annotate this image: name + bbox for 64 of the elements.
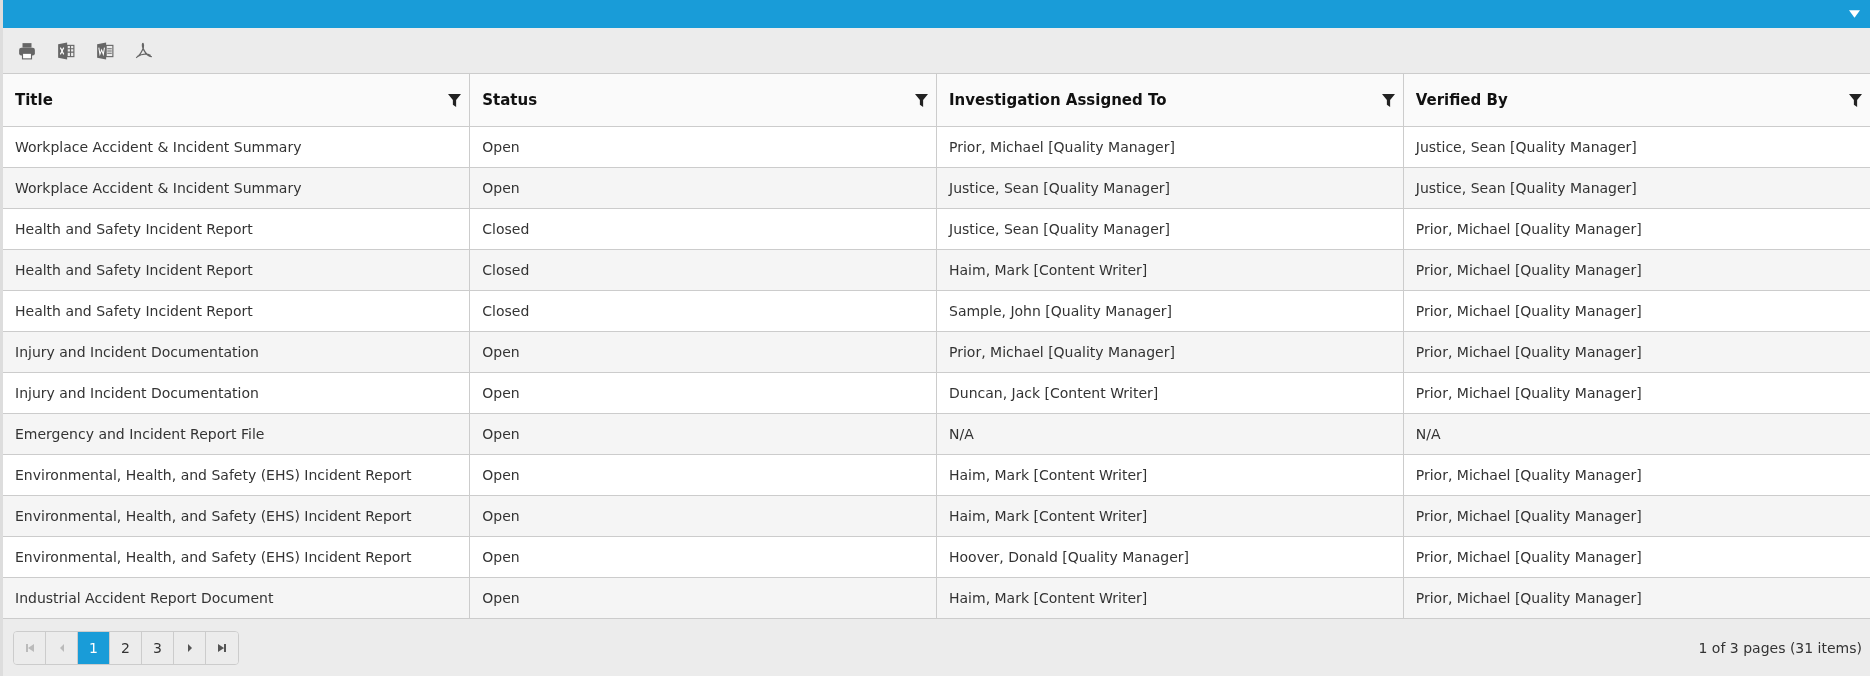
column-header[interactable]: Status [469, 74, 937, 127]
column-header[interactable]: Investigation Assigned To [936, 74, 1404, 127]
column-header[interactable]: Verified By [1403, 74, 1870, 127]
table-cell: Open [469, 126, 937, 168]
table-cell: Open [469, 495, 937, 537]
pdf-icon[interactable] [135, 41, 153, 60]
table-cell: Open [469, 454, 937, 496]
table-cell: Open [469, 536, 937, 578]
table-cell: Haim, Mark [Content Writer] [936, 577, 1404, 619]
table-cell: Health and Safety Incident Report [3, 208, 470, 250]
table-cell: Prior, Michael [Quality Manager] [1403, 536, 1870, 578]
table-cell: Emergency and Incident Report File [3, 413, 470, 455]
table-cell: Prior, Michael [Quality Manager] [1403, 249, 1870, 291]
table-cell: Environmental, Health, and Safety (EHS) Incident Report [3, 536, 470, 578]
table-cell: Prior, Michael [Quality Manager] [1403, 331, 1870, 373]
table-cell: N/A [936, 413, 1404, 455]
table-cell: Open [469, 413, 937, 455]
table-cell: Workplace Accident & Incident Summary [3, 167, 470, 209]
table-cell: Prior, Michael [Quality Manager] [1403, 577, 1870, 619]
table-cell: Environmental, Health, and Safety (EHS) Incident Report [3, 454, 470, 496]
table-cell: Justice, Sean [Quality Manager] [936, 208, 1404, 250]
table-cell: Closed [469, 290, 937, 332]
filter-icon[interactable] [915, 93, 928, 107]
pager-info: 1 of 3 pages (31 items) [1698, 639, 1862, 656]
table-cell: Hoover, Donald [Quality Manager] [936, 536, 1404, 578]
table-cell: Open [469, 372, 937, 414]
table-cell: Prior, Michael [Quality Manager] [1403, 372, 1870, 414]
skip-back-icon [24, 642, 35, 653]
table-cell: Justice, Sean [Quality Manager] [936, 167, 1404, 209]
table-cell: Haim, Mark [Content Writer] [936, 495, 1404, 537]
filter-icon[interactable] [448, 93, 462, 107]
filter-icon[interactable] [1849, 93, 1862, 107]
table-cell: Injury and Incident Documentation [3, 372, 470, 414]
table-cell: Open [469, 577, 937, 619]
table-cell: Justice, Sean [Quality Manager] [1403, 167, 1870, 209]
table-cell: Sample, John [Quality Manager] [936, 290, 1404, 332]
spreadsheet-icon[interactable] [57, 41, 75, 60]
table-cell: Duncan, Jack [Content Writer] [936, 372, 1404, 414]
table-cell: Health and Safety Incident Report [3, 249, 470, 291]
document-icon[interactable] [96, 41, 114, 60]
table-cell: Prior, Michael [Quality Manager] [1403, 208, 1870, 250]
filter-icon[interactable] [1381, 93, 1395, 107]
table-cell: N/A [1403, 413, 1870, 455]
table-cell: Prior, Michael [Quality Manager] [1403, 495, 1870, 537]
table-cell: Closed [469, 249, 937, 291]
table-cell: Justice, Sean [Quality Manager] [1403, 126, 1870, 168]
table-cell: Industrial Accident Report Document [3, 577, 470, 619]
table-cell: Health and Safety Incident Report [3, 290, 470, 332]
table-cell: Environmental, Health, and Safety (EHS) Incident Report [3, 495, 470, 537]
table-cell: Prior, Michael [Quality Manager] [1403, 454, 1870, 496]
table-cell: Prior, Michael [Quality Manager] [936, 331, 1404, 373]
table-cell: Open [469, 167, 937, 209]
table-cell: Open [469, 331, 937, 373]
table-cell: Prior, Michael [Quality Manager] [936, 126, 1404, 168]
table-cell: Workplace Accident & Incident Summary [3, 126, 470, 168]
caret-down-icon[interactable] [1849, 10, 1860, 18]
table-cell: Prior, Michael [Quality Manager] [1403, 290, 1870, 332]
skip-forward-icon [217, 642, 227, 653]
column-header[interactable]: Title [3, 74, 470, 127]
table-cell: Closed [469, 208, 937, 250]
table-cell: Haim, Mark [Content Writer] [936, 454, 1404, 496]
print-icon[interactable] [18, 41, 36, 60]
table-cell: Haim, Mark [Content Writer] [936, 249, 1404, 291]
table-cell: Injury and Incident Documentation [3, 331, 470, 373]
